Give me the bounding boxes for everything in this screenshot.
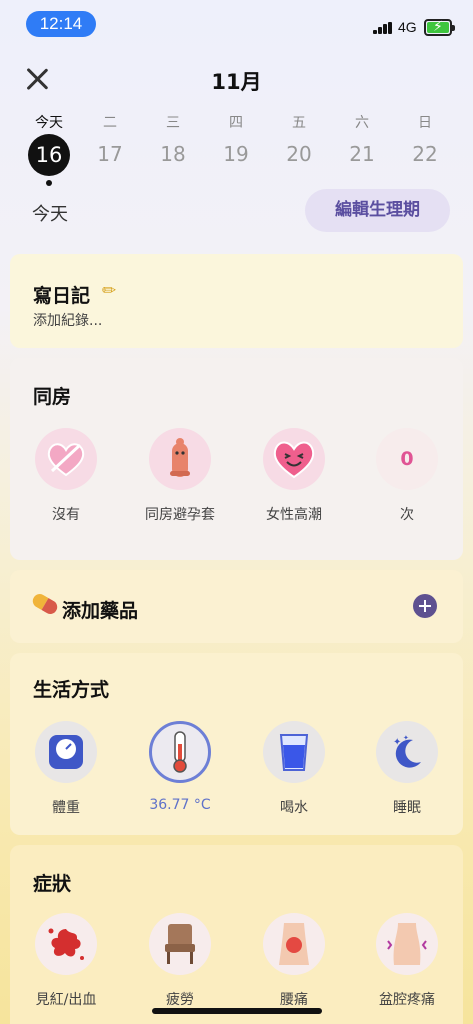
today-dot <box>46 180 52 186</box>
moon-icon: ✦ ✦ <box>376 721 438 783</box>
day-item[interactable]: 三 18 <box>145 112 201 166</box>
count-circle: 0 <box>376 428 438 490</box>
option-back-pain[interactable]: 腰痛 <box>244 913 344 1009</box>
medicine-title: 添加藥品 <box>62 600 139 622</box>
day-number: 19 <box>223 142 249 166</box>
option-label: 沒有 <box>52 507 80 523</box>
battery-icon: ⚡ <box>424 19 455 36</box>
svg-text:✦: ✦ <box>403 734 409 742</box>
page-title: 11月 <box>211 70 262 94</box>
day-label: 今天 <box>35 115 63 131</box>
day-number: 18 <box>160 142 186 166</box>
day-label: 三 <box>166 115 180 131</box>
section-title: 症狀 <box>33 873 72 895</box>
pencil-icon: ✏ <box>102 281 117 301</box>
day-label: 二 <box>103 115 117 131</box>
status-time: 12:14 <box>26 11 96 37</box>
option-water[interactable]: 喝水 <box>244 721 344 817</box>
day-number: 17 <box>97 142 123 166</box>
option-label: 見紅/出血 <box>35 992 97 1008</box>
option-label: 腰痛 <box>280 992 308 1008</box>
smiling-heart-icon <box>263 428 325 490</box>
thermometer-icon <box>149 721 211 783</box>
option-count[interactable]: 0 次 <box>357 428 457 524</box>
option-label: 同房避孕套 <box>145 507 215 523</box>
count-value: 0 <box>400 448 414 470</box>
section-title: 生活方式 <box>33 679 110 701</box>
option-pelvic-pain[interactable]: 盆腔疼痛 <box>357 913 457 1009</box>
symptoms-card: 症狀 見紅/出血 疲勞 腰痛 盆腔疼痛 <box>10 845 463 1024</box>
option-spotting[interactable]: 見紅/出血 <box>16 913 116 1009</box>
day-label: 五 <box>292 115 306 131</box>
signal-icon <box>373 22 393 34</box>
option-label: 次 <box>400 507 414 523</box>
option-label: 疲勞 <box>166 992 194 1008</box>
option-label: 盆腔疼痛 <box>379 992 435 1008</box>
network-type: 4G <box>398 19 417 35</box>
chair-icon <box>149 913 211 975</box>
day-today[interactable]: 今天 16 <box>21 112 77 186</box>
option-label: 女性高潮 <box>266 507 322 523</box>
option-fatigue[interactable]: 疲勞 <box>130 913 230 1009</box>
pill-icon <box>30 591 60 617</box>
option-temperature[interactable]: 36.77 °C <box>130 721 230 813</box>
crossed-heart-icon <box>35 428 97 490</box>
water-glass-icon <box>263 721 325 783</box>
diary-placeholder: 添加紀錄... <box>33 313 103 329</box>
day-label: 六 <box>355 115 369 131</box>
back-pain-icon <box>263 913 325 975</box>
day-item[interactable]: 二 17 <box>82 112 138 166</box>
day-item[interactable]: 六 21 <box>334 112 390 166</box>
day-number: 22 <box>412 142 438 166</box>
status-bar: 12:14 4G ⚡ <box>0 0 473 48</box>
blood-splash-icon <box>35 913 97 975</box>
week-strip: 今天 16 二 17 三 18 四 19 五 20 六 21 日 22 <box>0 112 473 192</box>
lifestyle-card: 生活方式 體重 36.77 °C 喝水 ✦ ✦ 睡眠 <box>10 653 463 835</box>
diary-card[interactable]: 寫日記 ✏ 添加紀錄... <box>10 254 463 348</box>
day-number: 16 <box>28 134 70 176</box>
option-none[interactable]: 沒有 <box>16 428 116 524</box>
home-indicator <box>152 1008 322 1014</box>
today-label[interactable]: 今天 <box>32 200 68 226</box>
day-item[interactable]: 四 19 <box>208 112 264 166</box>
option-label: 體重 <box>52 800 80 816</box>
option-sleep[interactable]: ✦ ✦ 睡眠 <box>357 721 457 817</box>
day-item[interactable]: 五 20 <box>271 112 327 166</box>
pelvic-pain-icon <box>376 913 438 975</box>
condom-icon <box>149 428 211 490</box>
temperature-value: 36.77 °C <box>149 797 211 813</box>
day-number: 20 <box>286 142 312 166</box>
day-label: 日 <box>418 115 432 131</box>
edit-period-button[interactable]: 編輯生理期 <box>305 189 450 232</box>
day-item[interactable]: 日 22 <box>397 112 453 166</box>
option-weight[interactable]: 體重 <box>16 721 116 817</box>
option-condom[interactable]: 同房避孕套 <box>130 428 230 524</box>
add-medicine-card[interactable]: 添加藥品 <box>10 570 463 643</box>
day-number: 21 <box>349 142 375 166</box>
day-label: 四 <box>229 115 243 131</box>
svg-text:✦: ✦ <box>393 737 401 748</box>
option-label: 睡眠 <box>393 800 421 816</box>
diary-title: 寫日記 <box>33 285 91 307</box>
section-title: 同房 <box>33 386 72 408</box>
scale-icon <box>35 721 97 783</box>
option-label: 喝水 <box>280 800 308 816</box>
intercourse-card: 同房 沒有 同房避孕套 女性高潮 0 次 <box>10 358 463 560</box>
option-orgasm[interactable]: 女性高潮 <box>244 428 344 524</box>
add-medicine-button[interactable] <box>413 594 437 618</box>
